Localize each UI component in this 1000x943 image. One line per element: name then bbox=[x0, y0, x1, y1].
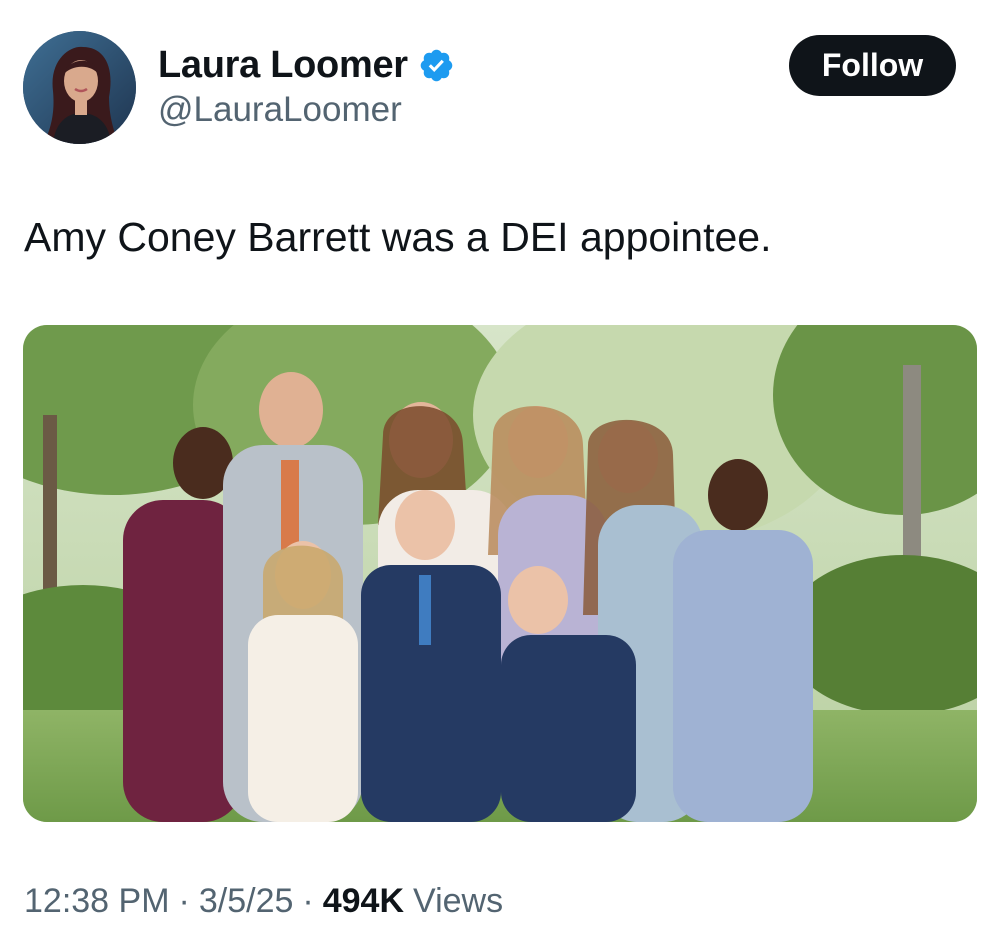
avatar-photo-icon bbox=[23, 31, 136, 144]
views-label: Views bbox=[413, 882, 504, 920]
tweet-time[interactable]: 12:38 PM bbox=[24, 882, 170, 921]
family-photo-icon bbox=[23, 325, 977, 822]
tweet-card: Laura Loomer @LauraLoomer Follow Amy Con… bbox=[0, 0, 1000, 943]
tweet-media-photo[interactable] bbox=[23, 325, 977, 822]
tweet-meta: 12:38 PM · 3/5/25 · 494K Views bbox=[24, 882, 503, 921]
tweet-date[interactable]: 3/5/25 bbox=[199, 882, 294, 921]
meta-separator: · bbox=[302, 882, 314, 920]
verified-badge-icon bbox=[420, 49, 453, 81]
tweet-text: Amy Coney Barrett was a DEI appointee. bbox=[24, 214, 772, 260]
author-avatar[interactable] bbox=[23, 31, 136, 144]
follow-button[interactable]: Follow bbox=[789, 35, 956, 96]
meta-separator: · bbox=[178, 882, 190, 920]
author-name[interactable]: Laura Loomer bbox=[158, 44, 408, 87]
author-name-row: Laura Loomer bbox=[158, 42, 455, 88]
author-handle[interactable]: @LauraLoomer bbox=[158, 90, 402, 130]
views-count: 494K bbox=[322, 882, 404, 920]
